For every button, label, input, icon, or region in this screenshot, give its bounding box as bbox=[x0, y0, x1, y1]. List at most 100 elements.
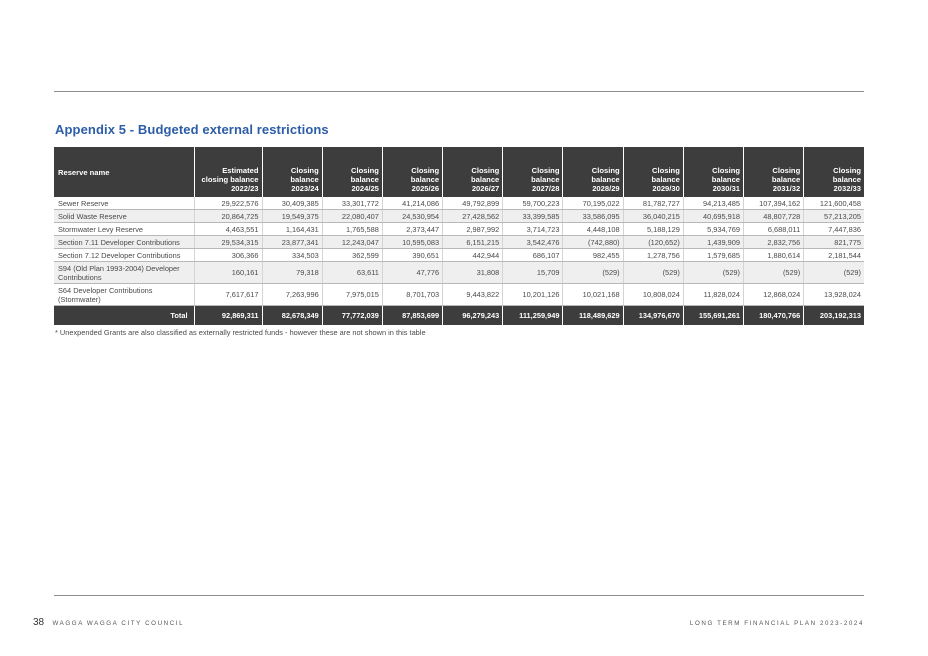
table-cell: 3,714,723 bbox=[502, 222, 563, 236]
reserve-name-cell: S64 Developer Contributions (Stormwater) bbox=[54, 283, 195, 306]
table-cell: 15,709 bbox=[502, 261, 563, 284]
table-cell: 10,021,168 bbox=[562, 283, 624, 306]
table-cell: 362,599 bbox=[321, 248, 383, 262]
total-cell: 134,976,670 bbox=[622, 305, 684, 325]
council-name: WAGGA WAGGA CITY COUNCIL bbox=[52, 620, 185, 627]
table-cell: 29,922,576 bbox=[193, 197, 263, 210]
reserve-name-cell: Sewer Reserve bbox=[54, 197, 195, 210]
table-cell: 27,428,562 bbox=[442, 209, 503, 223]
table-row: Section 7.11 Developer Contributions 29,… bbox=[54, 235, 864, 249]
table-cell: 160,161 bbox=[193, 261, 263, 284]
column-header: Closing balance 2024/25 bbox=[321, 147, 383, 197]
table-cell: 2,181,544 bbox=[803, 248, 864, 262]
column-header: Closing balance 2025/26 bbox=[381, 147, 443, 197]
table-cell: 36,040,215 bbox=[622, 209, 684, 223]
reserve-name-cell: Solid Waste Reserve bbox=[54, 209, 195, 223]
table-cell: 12,243,047 bbox=[321, 235, 383, 249]
table-cell: 40,695,918 bbox=[682, 209, 744, 223]
reserve-name-cell: Section 7.12 Developer Contributions bbox=[54, 248, 195, 262]
total-cell: 87,853,699 bbox=[381, 305, 443, 325]
total-cell: 155,691,261 bbox=[682, 305, 744, 325]
table-cell: 23,877,341 bbox=[261, 235, 323, 249]
table-cell: 13,928,024 bbox=[803, 283, 864, 306]
table-header-row: Reserve name Estimated closing balance 2… bbox=[54, 147, 864, 197]
table-cell: 4,463,551 bbox=[193, 222, 263, 236]
table-cell: 12,868,024 bbox=[743, 283, 804, 306]
total-cell: 118,489,629 bbox=[562, 305, 624, 325]
total-cell: 180,470,766 bbox=[743, 305, 804, 325]
table-cell: (529) bbox=[682, 261, 744, 284]
table-cell: 57,213,205 bbox=[803, 209, 864, 223]
table-cell: 24,530,954 bbox=[381, 209, 443, 223]
table-cell: 22,080,407 bbox=[321, 209, 383, 223]
table-cell: 2,373,447 bbox=[381, 222, 443, 236]
table-cell: 821,775 bbox=[803, 235, 864, 249]
table-cell: 63,611 bbox=[321, 261, 383, 284]
table-cell: 1,164,431 bbox=[261, 222, 323, 236]
table-cell: 33,301,772 bbox=[321, 197, 383, 210]
table-row: Sewer Reserve 29,922,576 30,409,385 33,3… bbox=[54, 197, 864, 210]
table-cell: 59,700,223 bbox=[502, 197, 563, 210]
column-header: Closing balance 2030/31 bbox=[682, 147, 744, 197]
table-cell: 10,595,083 bbox=[381, 235, 443, 249]
table-cell: 306,366 bbox=[193, 248, 263, 262]
column-header: Closing balance 2028/29 bbox=[562, 147, 624, 197]
table-cell: 982,455 bbox=[562, 248, 624, 262]
table-cell: 7,617,617 bbox=[193, 283, 263, 306]
table-cell: 9,443,822 bbox=[442, 283, 503, 306]
table-cell: 2,987,992 bbox=[442, 222, 503, 236]
table-cell: 79,318 bbox=[261, 261, 323, 284]
table-cell: (529) bbox=[743, 261, 804, 284]
table-row: Section 7.12 Developer Contributions 306… bbox=[54, 248, 864, 262]
table-cell: (742,880) bbox=[562, 235, 624, 249]
total-cell: 96,279,243 bbox=[442, 305, 503, 325]
total-cell: 82,678,349 bbox=[261, 305, 323, 325]
table-cell: 19,549,375 bbox=[261, 209, 323, 223]
column-header: Closing balance 2029/30 bbox=[622, 147, 684, 197]
table-cell: 10,808,024 bbox=[622, 283, 684, 306]
table-cell: 334,503 bbox=[261, 248, 323, 262]
table-cell: 107,394,162 bbox=[743, 197, 804, 210]
column-header: Closing balance 2026/27 bbox=[442, 147, 503, 197]
table-cell: 48,807,728 bbox=[743, 209, 804, 223]
table-cell: 5,934,769 bbox=[682, 222, 744, 236]
total-row: Total 92,869,311 82,678,349 77,772,039 8… bbox=[54, 305, 864, 325]
table-cell: 121,600,458 bbox=[803, 197, 864, 210]
table-cell: 20,864,725 bbox=[193, 209, 263, 223]
table-cell: 6,688,011 bbox=[743, 222, 804, 236]
reserve-name-cell: Section 7.11 Developer Contributions bbox=[54, 235, 195, 249]
top-divider bbox=[54, 91, 864, 92]
table-cell: 4,448,108 bbox=[562, 222, 624, 236]
table-cell: 49,792,899 bbox=[442, 197, 503, 210]
bottom-divider bbox=[54, 595, 864, 596]
reserve-name-cell: S94 (Old Plan 1993-2004) Developer Contr… bbox=[54, 261, 195, 284]
column-header: Closing balance 2032/33 bbox=[803, 147, 864, 197]
table-cell: 29,534,315 bbox=[193, 235, 263, 249]
table-cell: 47,776 bbox=[381, 261, 443, 284]
table-cell: 6,151,215 bbox=[442, 235, 503, 249]
table-cell: (529) bbox=[622, 261, 684, 284]
table-cell: 1,765,588 bbox=[321, 222, 383, 236]
table-cell: 7,447,836 bbox=[803, 222, 864, 236]
table-cell: 5,188,129 bbox=[622, 222, 684, 236]
table-cell: (529) bbox=[803, 261, 864, 284]
total-cell: 77,772,039 bbox=[321, 305, 383, 325]
table-cell: 8,701,703 bbox=[381, 283, 443, 306]
table-cell: 94,213,485 bbox=[682, 197, 744, 210]
table-cell: 30,409,385 bbox=[261, 197, 323, 210]
reserve-name-cell: Stormwater Levy Reserve bbox=[54, 222, 195, 236]
table-cell: 7,975,015 bbox=[321, 283, 383, 306]
table-cell: 81,782,727 bbox=[622, 197, 684, 210]
footnote: * Unexpended Grants are also classified … bbox=[55, 328, 426, 337]
total-cell: 111,259,949 bbox=[502, 305, 563, 325]
document-name: LONG TERM FINANCIAL PLAN 2023-2024 bbox=[689, 620, 864, 627]
table-row: S64 Developer Contributions (Stormwater)… bbox=[54, 283, 864, 306]
table-cell: 390,651 bbox=[381, 248, 443, 262]
table-cell: 1,278,756 bbox=[622, 248, 684, 262]
table-cell: 33,399,585 bbox=[502, 209, 563, 223]
table-cell: 3,542,476 bbox=[502, 235, 563, 249]
column-header: Closing balance 2027/28 bbox=[502, 147, 563, 197]
page-number: 38 bbox=[33, 617, 45, 628]
total-cell: 203,192,313 bbox=[803, 305, 864, 325]
table-row: Solid Waste Reserve 20,864,725 19,549,37… bbox=[54, 209, 864, 223]
